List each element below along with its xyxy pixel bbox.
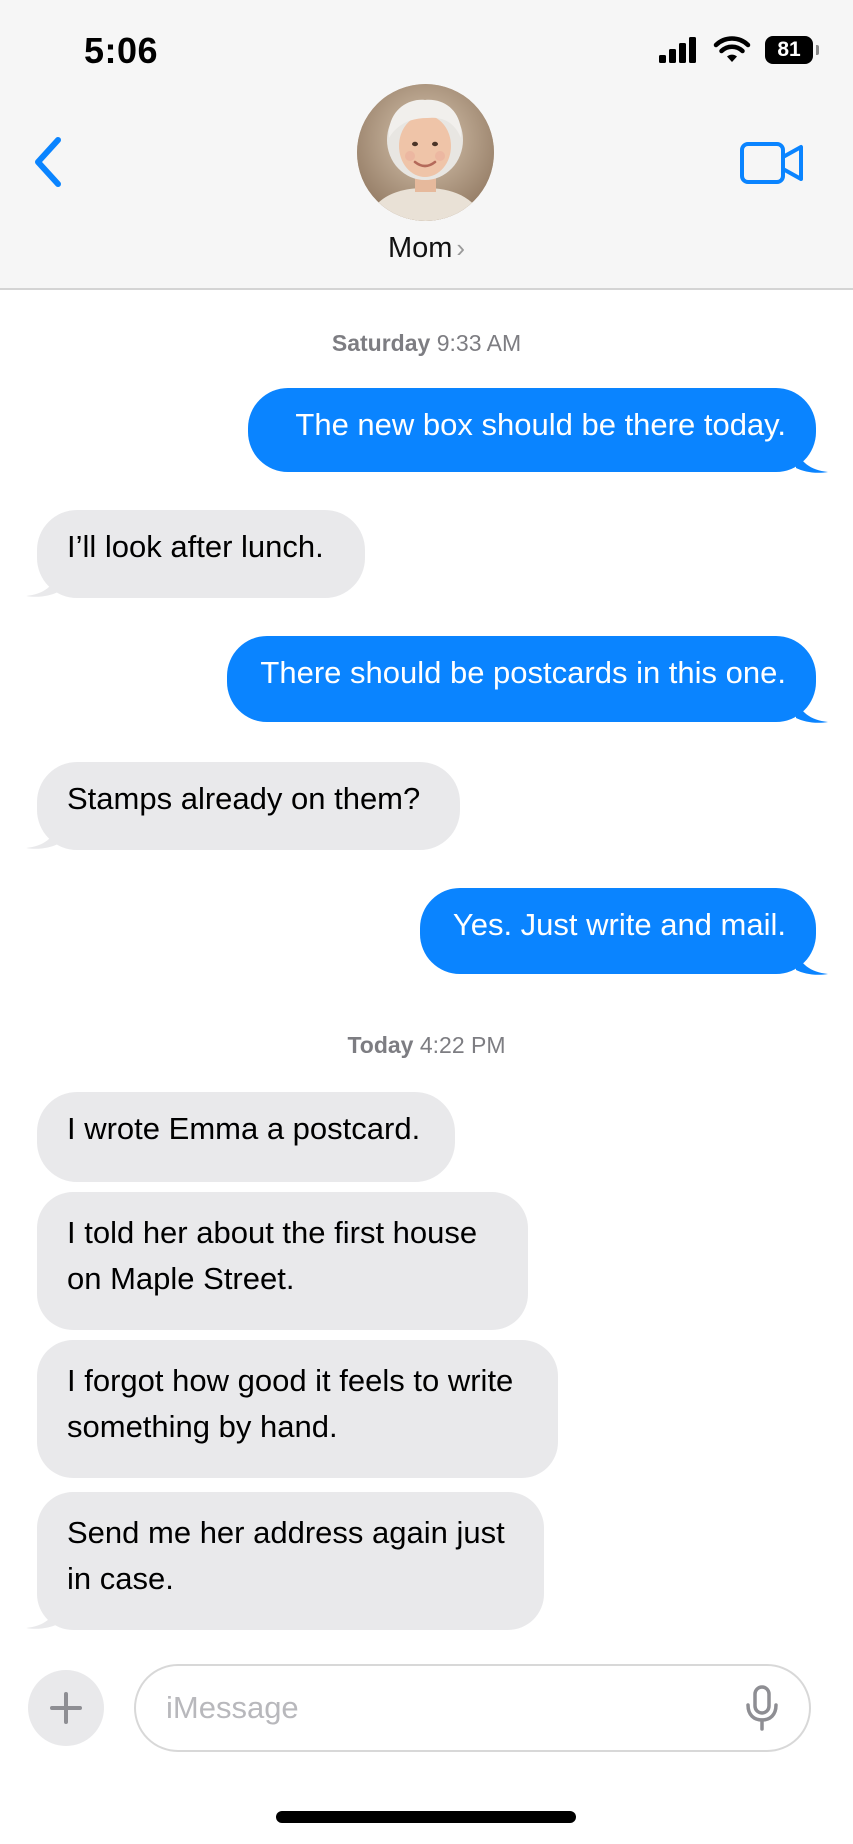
message-bubble-incoming[interactable]: I forgot how good it feels to write some… bbox=[37, 1340, 558, 1478]
chevron-left-icon bbox=[35, 137, 61, 187]
message-bubble-incoming[interactable]: I’ll look after lunch. bbox=[37, 510, 365, 598]
battery-level: 81 bbox=[777, 38, 801, 61]
timestamp-time: 4:22 PM bbox=[419, 1032, 506, 1058]
message-bubble-incoming[interactable]: I wrote Emma a postcard. bbox=[37, 1092, 455, 1182]
timestamp-time: 9:33 AM bbox=[436, 330, 522, 356]
message-bubble-incoming[interactable]: Stamps already on them? bbox=[37, 762, 460, 850]
contact-avatar[interactable] bbox=[357, 84, 494, 221]
contact-name-button[interactable]: Mom › bbox=[0, 232, 853, 265]
message-bubble-incoming[interactable]: I told her about the first house on Mapl… bbox=[37, 1192, 528, 1330]
timestamp-day: Today bbox=[347, 1032, 414, 1058]
status-icons: 81 bbox=[659, 36, 819, 64]
timestamp-day: Saturday bbox=[331, 330, 431, 356]
home-indicator[interactable] bbox=[276, 1811, 576, 1823]
chevron-right-icon: › bbox=[456, 233, 466, 263]
dictation-button[interactable] bbox=[744, 1685, 780, 1731]
message-bubble-incoming[interactable]: Send me her address again just in case. bbox=[37, 1492, 544, 1630]
back-button[interactable] bbox=[28, 134, 68, 190]
video-call-button[interactable] bbox=[739, 138, 805, 188]
messages-screen: 5:06 81 Mom › Saturday 9:33 AM The new b… bbox=[0, 0, 853, 1844]
wifi-icon bbox=[713, 36, 751, 62]
battery-icon: 81 bbox=[765, 36, 819, 64]
plus-icon bbox=[50, 1692, 82, 1724]
cellular-signal-icon bbox=[659, 37, 696, 63]
imessage-input[interactable] bbox=[134, 1664, 811, 1752]
contact-name: Mom bbox=[387, 232, 453, 264]
status-time: 5:06 bbox=[84, 30, 159, 71]
message-bubble-outgoing[interactable]: There should be postcards in this one. bbox=[227, 636, 816, 722]
timestamp-today: Today 4:22 PM bbox=[0, 1032, 853, 1059]
message-bubble-outgoing[interactable]: The new box should be there today. bbox=[248, 388, 816, 472]
microphone-icon bbox=[746, 1685, 778, 1731]
conversation-header: 5:06 81 Mom › bbox=[0, 0, 853, 290]
timestamp-saturday: Saturday 9:33 AM bbox=[0, 330, 853, 357]
apps-plus-button[interactable] bbox=[28, 1670, 104, 1746]
message-bubble-outgoing[interactable]: Yes. Just write and mail. bbox=[420, 888, 816, 974]
video-camera-icon bbox=[740, 142, 803, 184]
avatar-portrait bbox=[357, 84, 494, 221]
